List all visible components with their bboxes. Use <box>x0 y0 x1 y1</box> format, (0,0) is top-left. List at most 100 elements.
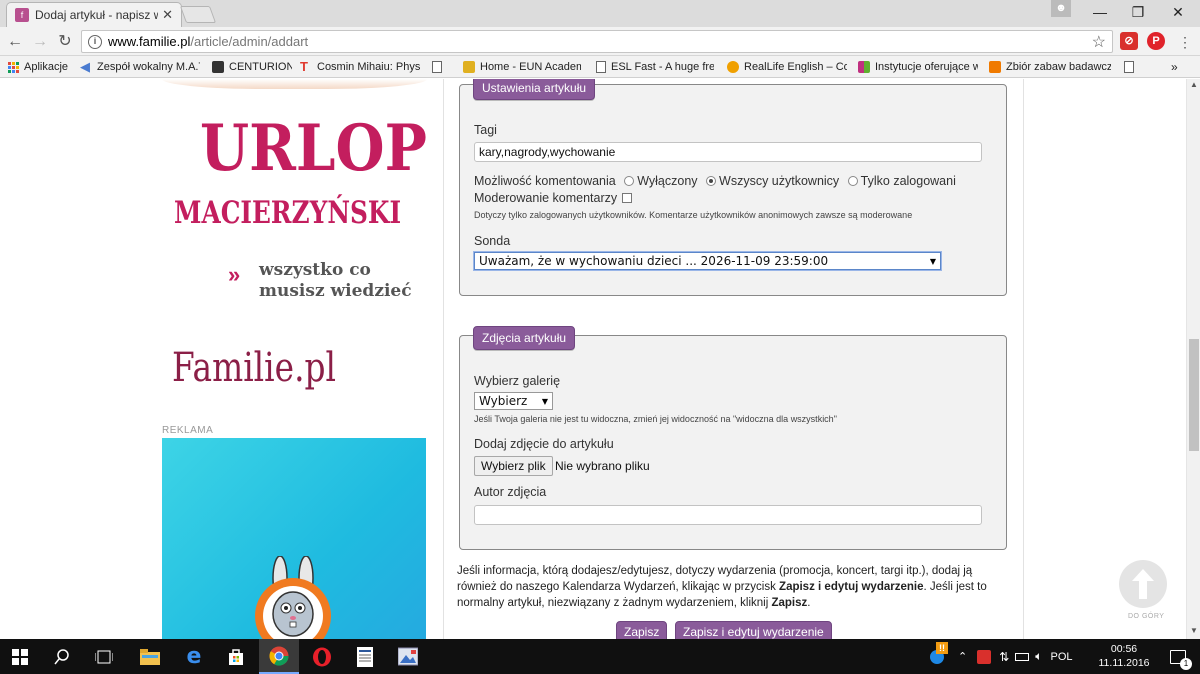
task-view-icon <box>95 650 113 663</box>
ad-label: REKLAMA <box>162 425 214 436</box>
bookmark-star-icon[interactable]: ☆ <box>1092 32 1106 52</box>
apps-grid-icon <box>8 61 19 73</box>
more-bookmarks-icon[interactable]: » <box>1171 59 1178 75</box>
promo-top-decoration <box>162 79 427 89</box>
gallery-label: Wybierz galerię <box>474 374 561 388</box>
advertisement[interactable] <box>162 438 426 639</box>
volume-icon[interactable]: 🔈︎ <box>1035 649 1042 664</box>
url-text: www.familie.pl/article/admin/addart <box>108 34 309 49</box>
language-indicator[interactable]: POL <box>1050 651 1072 663</box>
radio-comments-off[interactable] <box>624 176 635 186</box>
info-paragraph: Jeśli informacja, którą dodajesz/edytuje… <box>457 565 987 609</box>
bookmark-item[interactable]: T Cosmin Mihaiu: Physi <box>300 59 420 75</box>
familie-logo[interactable]: Familie.pl <box>172 345 336 391</box>
radio-comments-all-label: Wszyscy użytkownicy <box>719 174 840 188</box>
clock-date: 11.11.2016 <box>1098 657 1150 669</box>
scroll-up-icon[interactable]: ▲ <box>1190 80 1198 89</box>
system-tray: !! ⌃ ⇅ 🔈︎ POL <box>930 639 1073 674</box>
minimize-button[interactable]: — <box>1080 0 1120 24</box>
document-icon <box>357 646 373 667</box>
bookmark-item[interactable] <box>432 59 447 75</box>
new-tab-button[interactable] <box>179 6 217 23</box>
promo-title[interactable]: URLOP <box>200 117 427 181</box>
bookmark-item[interactable]: ◀ Zespół wokalny M.A.T <box>80 59 200 75</box>
taskbar-edge[interactable]: e <box>174 639 214 674</box>
radio-comments-logged[interactable] <box>847 176 858 186</box>
taskbar-notepad[interactable] <box>345 639 385 674</box>
bookmarks-bar: Aplikacje ◀ Zespół wokalny M.A.T CENTURI… <box>0 56 1200 78</box>
choose-file-button[interactable]: Wybierz plik <box>474 456 553 476</box>
action-center-button[interactable]: 1 <box>1158 639 1198 674</box>
folder-icon <box>140 648 160 665</box>
back-to-top-button[interactable] <box>1119 560 1167 608</box>
task-view-button[interactable] <box>84 639 124 674</box>
extension-icon[interactable]: ⊘ <box>1120 32 1138 50</box>
tab-active[interactable]: f Dodaj artykuł - napisz wł ✕ <box>6 2 182 27</box>
tray-app-icon[interactable] <box>977 649 992 664</box>
moderation-label: Moderowanie komentarzy <box>474 191 618 205</box>
promo-arrow-icon: » <box>228 262 241 287</box>
save-button[interactable]: Zapisz <box>616 621 668 639</box>
promo-subtitle[interactable]: MACIERZYŃSKI <box>174 195 401 231</box>
save-and-edit-event-button[interactable]: Zapisz i edytuj wydarzenie <box>675 621 832 639</box>
bookmark-item[interactable]: Home - EUN Academ <box>463 59 581 75</box>
reload-button[interactable]: ↻ <box>54 31 76 53</box>
photo-author-label: Autor zdjęcia <box>474 485 547 499</box>
back-button[interactable]: ← <box>4 31 26 53</box>
search-button[interactable] <box>42 639 82 674</box>
taskbar-opera[interactable] <box>302 639 342 674</box>
poll-select[interactable]: Uważam, że w wychowaniu dzieci ... 2026-… <box>474 252 941 270</box>
page-icon <box>432 61 442 73</box>
info-icon[interactable]: i <box>88 34 102 49</box>
photo-author-input[interactable] <box>474 505 982 525</box>
scroll-down-icon[interactable]: ▼ <box>1190 626 1198 635</box>
poll-select-value: Uważam, że w wychowaniu dzieci ... 2026-… <box>479 254 829 268</box>
restore-button[interactable]: ❐ <box>1118 0 1158 24</box>
taskbar-file-explorer[interactable] <box>130 639 170 674</box>
taskbar-app[interactable] <box>388 639 428 674</box>
user-profile-icon[interactable]: ☻ <box>1051 0 1071 17</box>
battery-icon[interactable] <box>1015 652 1030 661</box>
film-icon <box>212 61 224 73</box>
menu-icon[interactable]: ⋮ <box>1174 31 1196 53</box>
start-button[interactable] <box>0 639 40 674</box>
network-icon[interactable]: ⇅ <box>999 650 1009 664</box>
taskbar-chrome[interactable] <box>259 639 299 674</box>
radio-comments-off-label: Wyłączony <box>637 174 698 188</box>
bookmark-item[interactable]: RealLife English – Con <box>727 59 847 75</box>
tags-input[interactable]: kary,nagrody,wychowanie <box>474 142 982 162</box>
bookmark-item[interactable]: Zbiór zabaw badawcz <box>989 59 1111 75</box>
show-hidden-icons-icon[interactable]: ⌃ <box>958 650 967 663</box>
taskbar-store[interactable] <box>216 639 256 674</box>
pinterest-icon[interactable]: P <box>1147 32 1165 50</box>
bookmark-item[interactable] <box>1124 59 1139 75</box>
bookmark-item[interactable]: Instytucje oferujące w <box>858 59 978 75</box>
tab-strip: f Dodaj artykuł - napisz wł ✕ ☻ — ❐ ✕ <box>0 0 1200 27</box>
forward-button[interactable]: → <box>29 31 51 53</box>
bookmark-item[interactable]: CENTURION <box>212 59 292 75</box>
tab-close-icon[interactable]: ✕ <box>162 7 173 23</box>
radio-comments-all[interactable] <box>706 176 717 186</box>
settings-legend: Ustawienia artykułu <box>473 79 596 100</box>
opera-icon <box>313 647 331 666</box>
reallife-icon <box>727 61 739 73</box>
page-scrollbar[interactable]: ▲ ▼ <box>1186 79 1200 639</box>
page-content: URLOP MACIERZYŃSKI » wszystko co musisz … <box>0 79 1186 639</box>
address-bar[interactable]: i www.familie.pl/article/admin/addart ☆ <box>81 30 1113 53</box>
close-window-button[interactable]: ✕ <box>1158 0 1198 24</box>
tab-title: Dodaj artykuł - napisz wł <box>35 8 159 22</box>
bookmark-item[interactable]: Aplikacje <box>8 59 68 75</box>
dropdown-arrow-icon: ▼ <box>929 256 936 266</box>
avast-icon[interactable]: !! <box>930 641 948 664</box>
edge-icon: e <box>186 644 202 669</box>
scrollbar-thumb[interactable] <box>1189 339 1199 451</box>
bookmark-item[interactable]: ESL Fast - A huge free <box>596 59 714 75</box>
promo-link[interactable]: wszystko co musisz wiedzieć <box>259 260 429 302</box>
back-to-top-label: DO GÓRY <box>1128 613 1165 620</box>
store-bag-icon <box>229 648 243 665</box>
moderation-checkbox[interactable] <box>622 193 633 203</box>
gallery-select[interactable]: Wybierz ▼ <box>474 392 553 410</box>
taskbar-clock[interactable]: 00:56 11.11.2016 <box>1098 642 1150 670</box>
windows-taskbar: e !! ⌃ ⇅ 🔈︎ POL 00:56 11.11.2016 1 <box>0 639 1200 674</box>
add-photo-label: Dodaj zdjęcie do artykułu <box>474 437 614 451</box>
